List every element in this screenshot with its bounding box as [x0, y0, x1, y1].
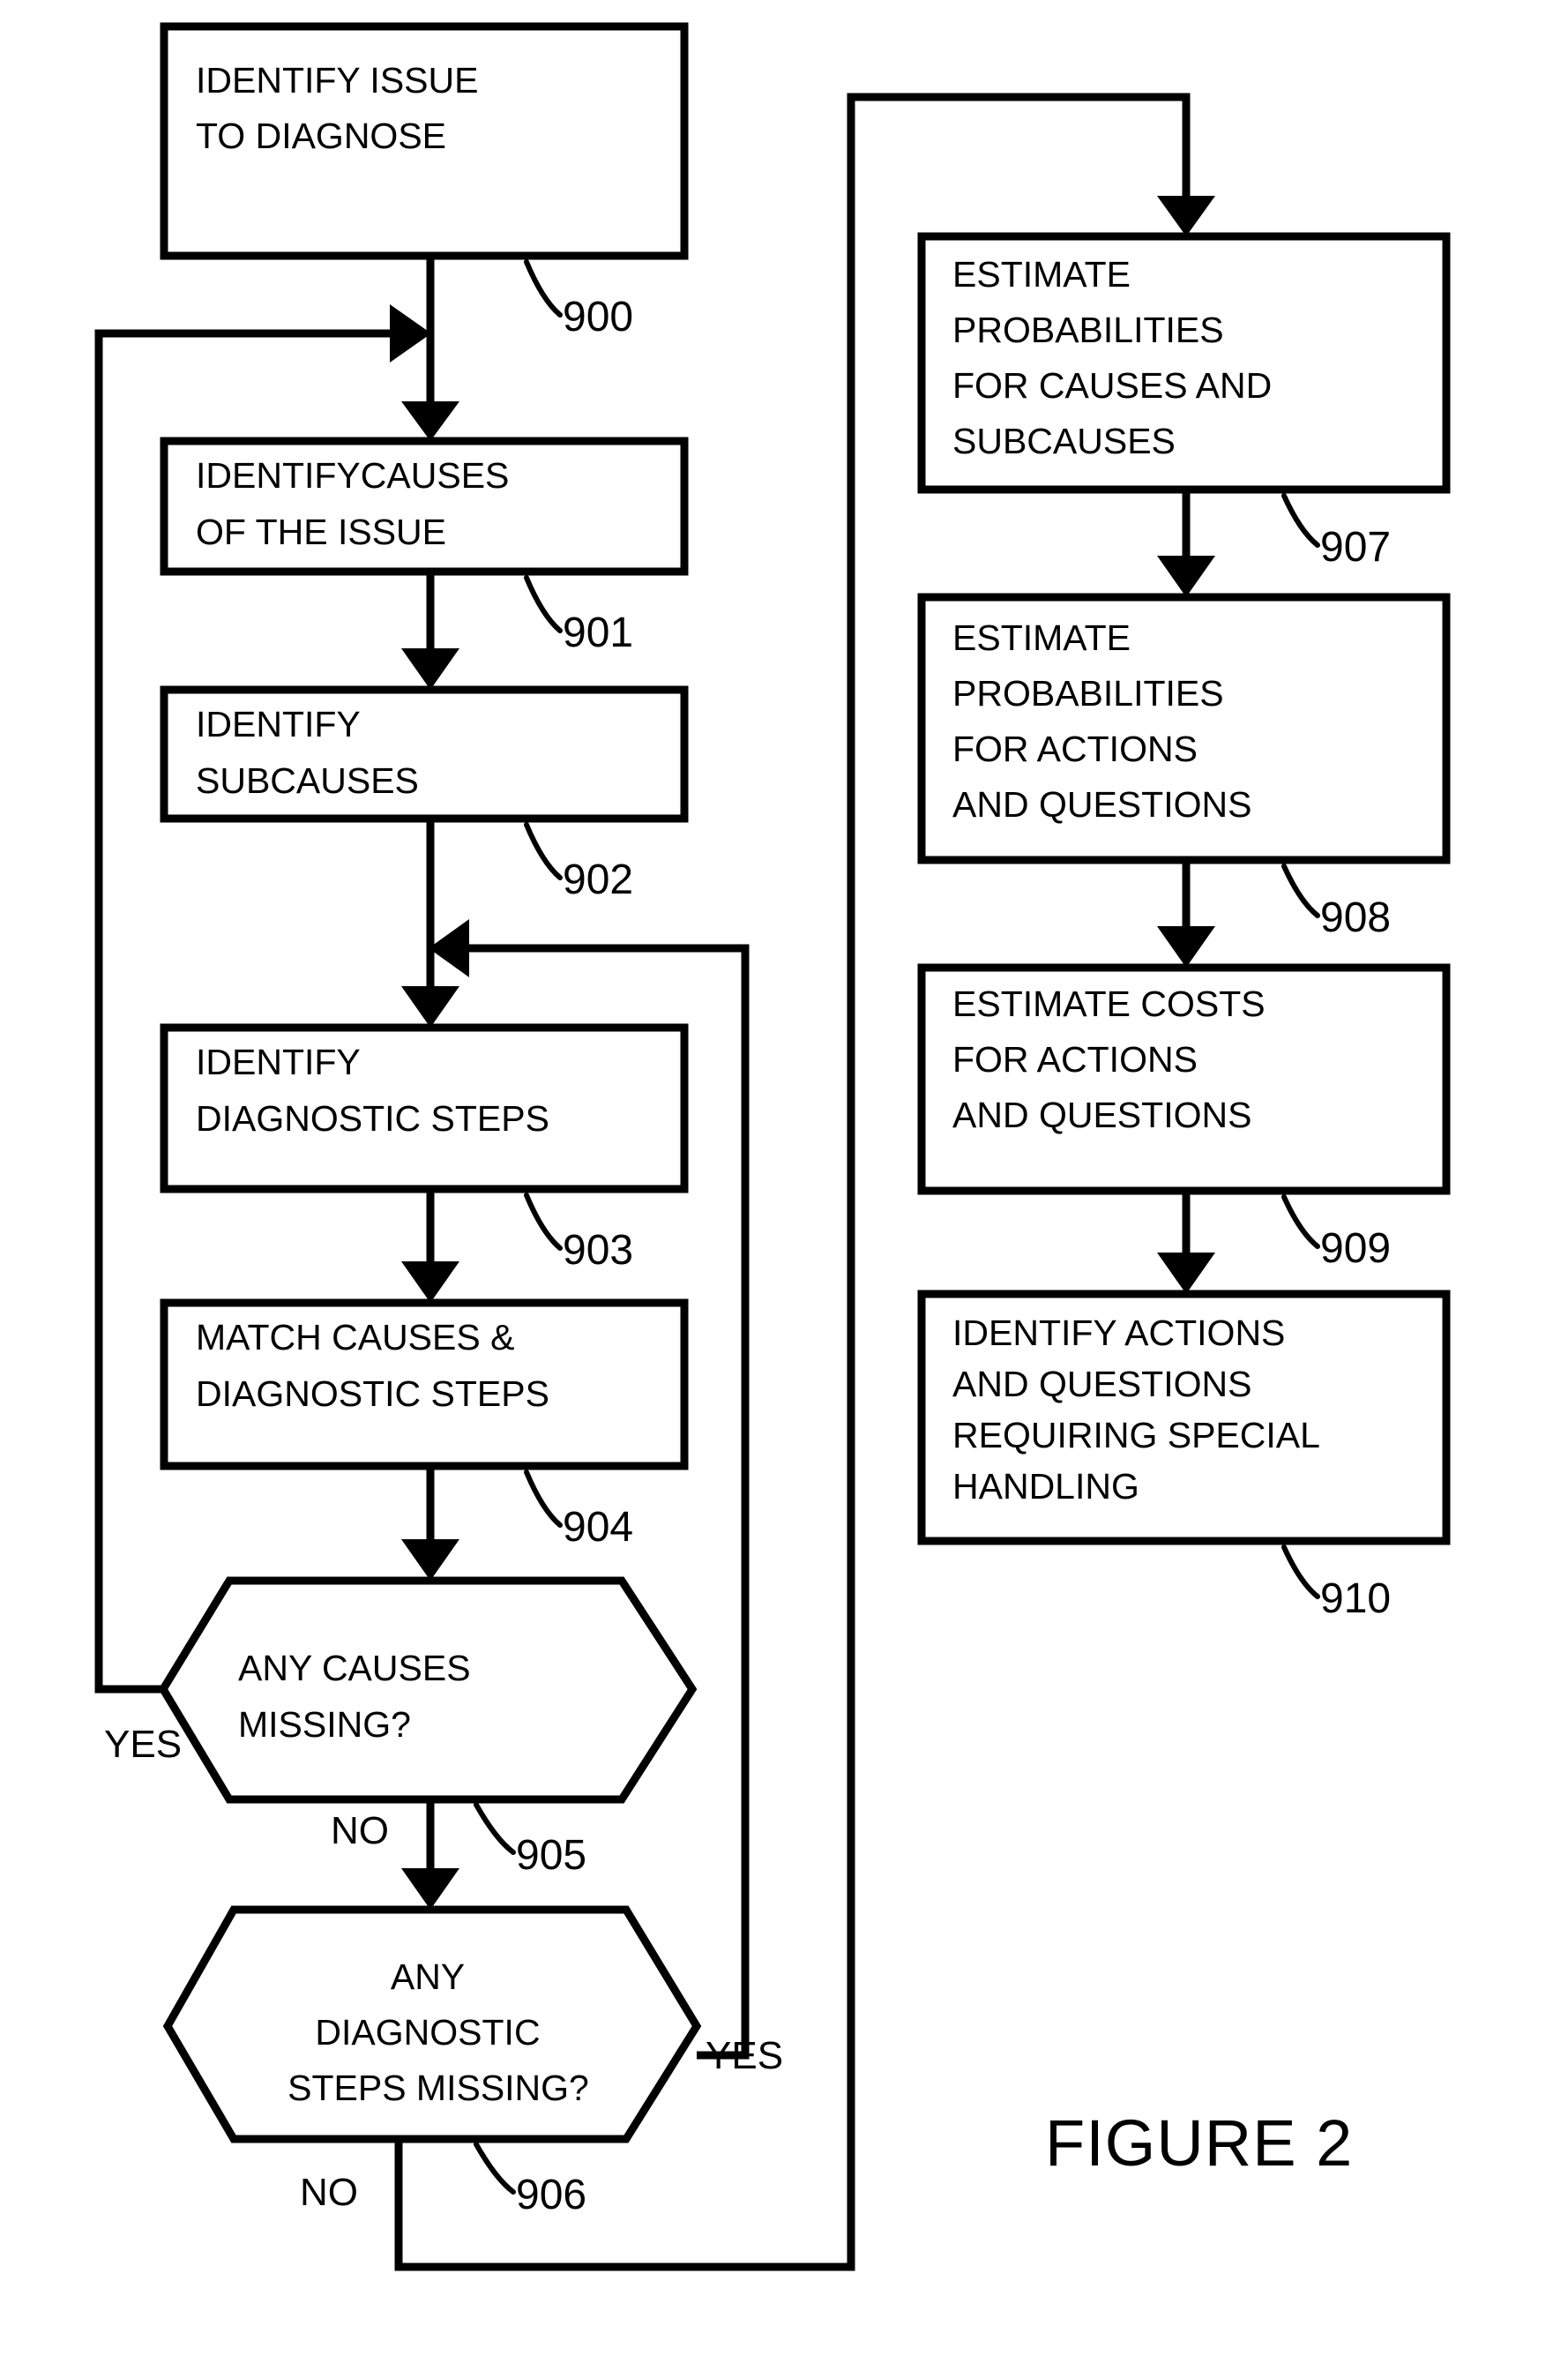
node-907-line1: ESTIMATE [952, 254, 1131, 295]
leader-908 [1281, 864, 1320, 918]
leader-910 [1281, 1545, 1320, 1599]
ref-number-901: 901 [563, 610, 633, 656]
arrowhead-909-910 [1157, 1253, 1215, 1294]
node-908-line1: ESTIMATE [952, 617, 1131, 658]
node-902-line1: IDENTIFY [196, 704, 361, 744]
arrowhead-906-no-907 [1157, 196, 1215, 236]
arrowhead-908-909 [1157, 926, 1215, 968]
node-910-line2: AND QUESTIONS [952, 1364, 1251, 1404]
figure-page: IDENTIFY ISSUE TO DIAGNOSE IDENTIFYCAUSE… [0, 0, 1568, 2371]
node-905-line2: MISSING? [238, 1704, 411, 1745]
ref-number-902: 902 [563, 856, 633, 903]
leader-906 [474, 2142, 516, 2195]
arrowhead-900-901 [401, 401, 459, 441]
ref-number-903: 903 [563, 1227, 633, 1274]
node-905-line1: ANY CAUSES [238, 1648, 471, 1688]
leader-907 [1281, 493, 1320, 548]
ref-number-909: 909 [1320, 1225, 1391, 1272]
ref-number-900: 900 [563, 294, 633, 340]
node-907-line4: SUBCAUSES [952, 421, 1176, 461]
node-906-line2: DIAGNOSTIC [315, 2012, 540, 2053]
arrowhead-906-yes [429, 919, 469, 977]
figure-label: FIGURE 2 [1045, 2106, 1353, 2180]
node-903-line2: DIAGNOSTIC STEPS [196, 1098, 549, 1139]
ref-number-910: 910 [1320, 1575, 1391, 1622]
leader-901 [524, 575, 563, 633]
node-908-line3: FOR ACTIONS [952, 729, 1198, 769]
branch-label-906-yes: YES [706, 2034, 783, 2077]
leader-900 [524, 259, 563, 318]
arrowhead-901-902 [401, 648, 459, 690]
node-902-line2: SUBCAUSES [196, 760, 419, 801]
node-908-line2: PROBABILITIES [952, 673, 1224, 714]
leader-903 [524, 1193, 563, 1251]
node-901-line2: OF THE ISSUE [196, 512, 446, 552]
node-900-line2: TO DIAGNOSE [196, 116, 446, 156]
leader-909 [1281, 1194, 1320, 1249]
node-906-line1: ANY [391, 1956, 465, 1997]
leader-902 [524, 822, 563, 880]
node-909-line2: FOR ACTIONS [952, 1039, 1198, 1080]
branch-label-905-yes: YES [104, 1723, 182, 1766]
leader-905 [474, 1802, 516, 1855]
node-910-line1: IDENTIFY ACTIONS [952, 1313, 1285, 1353]
ref-number-907: 907 [1320, 524, 1391, 571]
arrowhead-904-905 [401, 1539, 459, 1581]
ref-number-904: 904 [563, 1504, 633, 1551]
branch-label-906-no: NO [300, 2171, 358, 2214]
node-910-line4: HANDLING [952, 1466, 1139, 1507]
ref-number-905: 905 [516, 1832, 586, 1879]
flowchart-canvas: IDENTIFY ISSUE TO DIAGNOSE IDENTIFYCAUSE… [94, 22, 1451, 2271]
arrowhead-907-908 [1157, 556, 1215, 597]
node-904-line1: MATCH CAUSES & [196, 1317, 514, 1358]
node-905-hexagon [158, 1576, 698, 1804]
node-903-line1: IDENTIFY [196, 1042, 361, 1082]
leader-904 [524, 1470, 563, 1528]
node-908-line4: AND QUESTIONS [952, 784, 1251, 825]
node-907-line2: PROBABILITIES [952, 310, 1224, 350]
ref-number-906: 906 [516, 2172, 586, 2218]
node-901-line1: IDENTIFYCAUSES [196, 455, 509, 496]
node-900-line1: IDENTIFY ISSUE [196, 60, 478, 101]
arrowhead-905-906 [401, 1868, 459, 1910]
node-909-line3: AND QUESTIONS [952, 1095, 1251, 1135]
ref-number-908: 908 [1320, 894, 1391, 941]
arrowhead-903-904 [401, 1261, 459, 1303]
node-906-line3: STEPS MISSING? [287, 2068, 589, 2108]
node-904-line2: DIAGNOSTIC STEPS [196, 1373, 549, 1414]
node-910-line3: REQUIRING SPECIAL [952, 1415, 1320, 1455]
arrowhead-905-yes [390, 304, 431, 363]
branch-label-905-no: NO [331, 1809, 389, 1852]
node-909-line1: ESTIMATE COSTS [952, 984, 1266, 1024]
node-907-line3: FOR CAUSES AND [952, 365, 1272, 406]
arrowhead-902-903 [401, 986, 459, 1028]
